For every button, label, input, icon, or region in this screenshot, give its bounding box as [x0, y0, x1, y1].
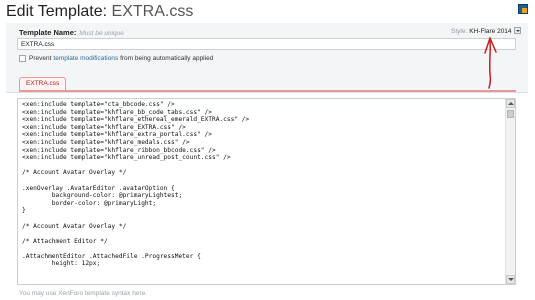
- scroll-thumb[interactable]: [507, 110, 514, 118]
- template-name-label-text: Template Name:: [19, 28, 77, 37]
- code-line: <xen:include template="khflare_ethereal_…: [22, 116, 250, 124]
- scroll-down-icon[interactable]: [506, 275, 515, 284]
- code-line: /* Account Avatar Overlay */: [22, 222, 127, 230]
- code-line: .AttachmentEditor .AttachedFile .Progres…: [22, 252, 201, 260]
- syntax-hint: You may use XenForo template syntax here…: [19, 290, 148, 297]
- page-title-template-name: EXTRA.css: [111, 3, 194, 20]
- code-line: }: [22, 207, 26, 215]
- template-name-hint: Must be unique: [79, 30, 124, 37]
- code-line: <xen:include template="khflare_unread_po…: [22, 154, 231, 162]
- code-line: <xen:include template="cta_bbcode.css" /…: [22, 101, 175, 108]
- template-name-input[interactable]: [17, 38, 516, 50]
- scroll-up-icon[interactable]: [506, 99, 515, 108]
- prevent-text-after: from being automatically applied: [120, 55, 214, 62]
- code-line: border-color: @primaryLight;: [22, 199, 157, 207]
- help-icon[interactable]: [518, 4, 528, 14]
- code-line: .xenOverlay .AvatarEditor .avatarOption …: [22, 184, 175, 192]
- code-line: <xen:include template="khflare_medals.cs…: [22, 138, 190, 146]
- tab-underline: [19, 90, 516, 92]
- code-editor[interactable]: <xen:include template="cta_bbcode.css" /…: [17, 98, 516, 285]
- style-selector[interactable]: Style: KH-Flare 2014: [451, 27, 521, 35]
- code-lines: <xen:include template="cta_bbcode.css" /…: [22, 101, 502, 268]
- chevron-down-icon[interactable]: [513, 27, 521, 34]
- code-line: <xen:include template="khflare_extra_por…: [22, 131, 212, 139]
- editor-scrollbar[interactable]: [505, 99, 515, 284]
- code-line: <xen:include template="khflare_EXTRA.css…: [22, 123, 186, 131]
- prevent-text-before: Prevent: [29, 55, 52, 62]
- code-line: <xen:include template="khflare_ribbon_bb…: [22, 146, 216, 154]
- page-title: Edit Template: EXTRA.css: [6, 2, 193, 22]
- prevent-modifications-checkbox[interactable]: [19, 55, 26, 62]
- code-line: height: 12px;: [22, 260, 101, 268]
- prevent-modifications-row: Prevent template modifications from bein…: [19, 55, 213, 62]
- code-line: /* Account Avatar Overlay */: [22, 169, 127, 177]
- tab-extra-css[interactable]: EXTRA.css: [19, 77, 67, 90]
- code-line: /* Attachment Editor */: [22, 237, 108, 245]
- style-label: Style:: [451, 28, 468, 35]
- code-line: <xen:include template="khflare_bb_code_t…: [22, 108, 212, 116]
- template-name-label: Template Name: Must be unique: [19, 28, 124, 37]
- style-value[interactable]: KH-Flare 2014: [469, 28, 511, 35]
- page-title-prefix: Edit Template:: [6, 3, 108, 20]
- code-line: background-color: @primaryLightest;: [22, 192, 183, 200]
- template-modifications-link[interactable]: template modifications: [53, 55, 118, 62]
